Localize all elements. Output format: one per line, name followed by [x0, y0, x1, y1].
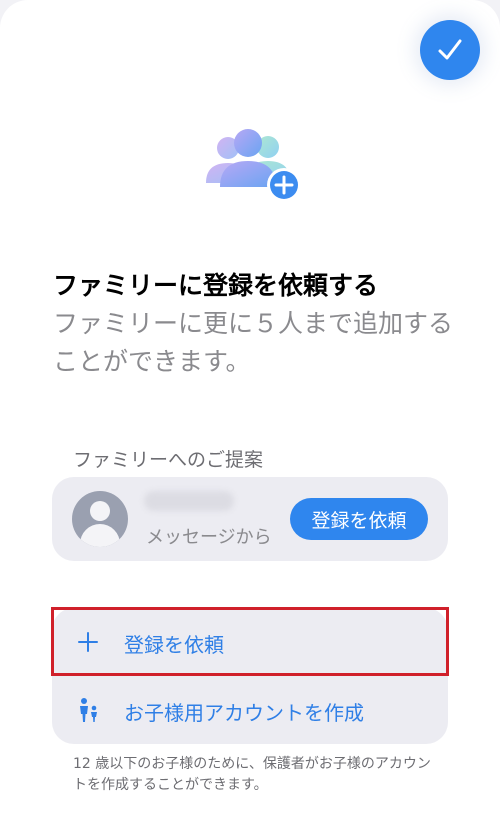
- page-title: ファミリーに登録を依頼する: [53, 271, 379, 300]
- done-button[interactable]: [420, 20, 480, 80]
- family-add-icon: [206, 129, 301, 202]
- create-child-account-label: お子様用アカウントを作成: [124, 701, 364, 725]
- suggestion-card: メッセージから 登録を依頼: [52, 477, 448, 561]
- contact-name-redacted: [144, 491, 234, 511]
- highlight-box: [51, 607, 449, 676]
- page-subtitle: ファミリーに更に５人まで追加することができます。: [53, 309, 454, 376]
- person-avatar-icon: [72, 491, 128, 547]
- create-child-account-row[interactable]: お子様用アカウントを作成: [52, 676, 448, 744]
- child-adult-icon: [74, 696, 102, 724]
- footnote: 12 歳以下のお子様のために、保護者がお子様のアカウントを作成することができます…: [73, 756, 431, 793]
- family-invite-sheet: ファミリーに登録を依頼する ファミリーに更に５人まで追加することができます。 フ…: [0, 0, 500, 831]
- suggestions-label: ファミリーへのご提案: [73, 449, 264, 471]
- suggestion-request-button[interactable]: 登録を依頼: [290, 498, 428, 540]
- checkmark-icon: [438, 39, 462, 60]
- suggestion-source: メッセージから: [146, 527, 272, 548]
